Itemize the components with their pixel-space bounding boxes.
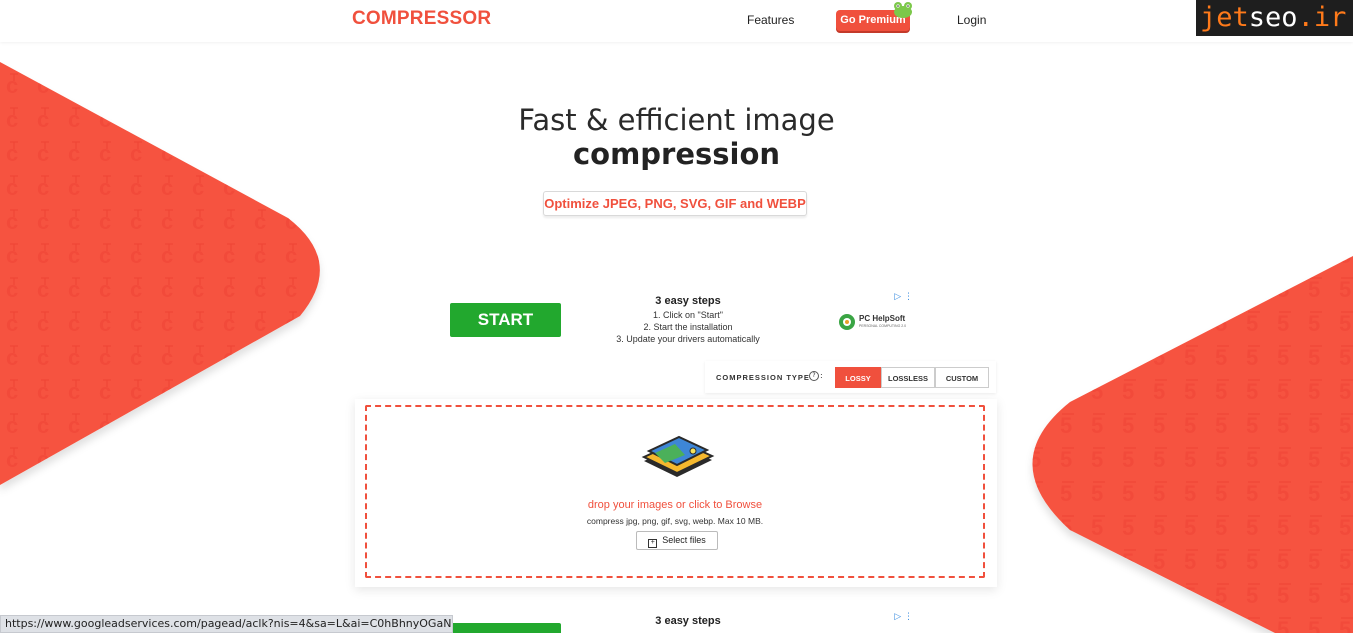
ad-banner[interactable]: START 3 easy steps 1. Click on "Start" 2… — [433, 290, 915, 350]
ad-start-button[interactable]: START — [450, 303, 561, 337]
plus-box-icon: + — [648, 539, 658, 548]
help-circle-icon[interactable]: ? — [809, 371, 819, 381]
ad2-start-button[interactable] — [450, 623, 561, 633]
select-files-label: Select files — [662, 535, 706, 545]
frog-mascot-icon — [894, 2, 912, 18]
compression-type-selector: COMPRESSION TYPE ? : LOSSY LOSSLESS CUST… — [705, 361, 996, 393]
option-lossy[interactable]: LOSSY — [835, 367, 881, 388]
watermark-jet: jet — [1200, 2, 1249, 33]
upload-card: drop your images or click to Browse comp… — [355, 399, 997, 587]
ad-step-2: 2. Start the installation — [643, 322, 733, 332]
dropzone-hint: compress jpg, png, gif, svg, webp. Max 1… — [586, 516, 764, 526]
select-files-button[interactable]: + Select files — [636, 531, 718, 550]
ad2-steps-title: 3 easy steps — [655, 615, 721, 627]
pc-helpsoft-logo-icon — [839, 314, 855, 330]
ad-advertiser-name: PC HelpSoft — [859, 314, 906, 323]
image-stack-icon — [641, 435, 715, 477]
browser-status-url: https://www.googleadservices.com/pagead/… — [0, 615, 453, 633]
watermark-seo: seo — [1248, 2, 1298, 33]
hero-title-line1: Fast & efficient image — [518, 103, 835, 137]
ad-step-1: 1. Click on "Start" — [653, 310, 723, 320]
image-dropzone[interactable]: drop your images or click to Browse comp… — [365, 405, 985, 578]
compression-type-colon: : — [820, 371, 823, 380]
compression-type-label: COMPRESSION TYPE — [716, 373, 810, 382]
jetseo-watermark: jetseo.ir — [1196, 0, 1353, 36]
watermark-ir: .ir — [1297, 2, 1347, 33]
ad-step-3: 3. Update your drivers automatically — [616, 334, 760, 344]
top-navigation-bar: COMPRESSOR Features Go Premium Login — [0, 0, 1353, 42]
adchoices-icon[interactable]: ▷ ⋮ — [894, 292, 913, 302]
hero-title-line2: compression — [572, 137, 781, 171]
compressor-logo[interactable]: COMPRESSOR — [352, 8, 491, 30]
ad-steps-title: 3 easy steps — [655, 295, 721, 307]
ad-advertiser-sub: PERSONAL COMPUTING 2.0 — [859, 324, 907, 328]
ad-banner-2[interactable]: 3 easy steps ▷ ⋮ — [433, 610, 915, 633]
format-tagline: Optimize JPEG, PNG, SVG, GIF and WEBP — [543, 191, 807, 216]
option-lossless[interactable]: LOSSLESS — [881, 367, 935, 388]
dropzone-main-text[interactable]: drop your images or click to Browse — [367, 499, 983, 511]
nav-features-link[interactable]: Features — [747, 13, 794, 27]
nav-login-link[interactable]: Login — [957, 13, 986, 27]
adchoices-icon-2[interactable]: ▷ ⋮ — [894, 612, 913, 622]
option-custom[interactable]: CUSTOM — [935, 367, 989, 388]
